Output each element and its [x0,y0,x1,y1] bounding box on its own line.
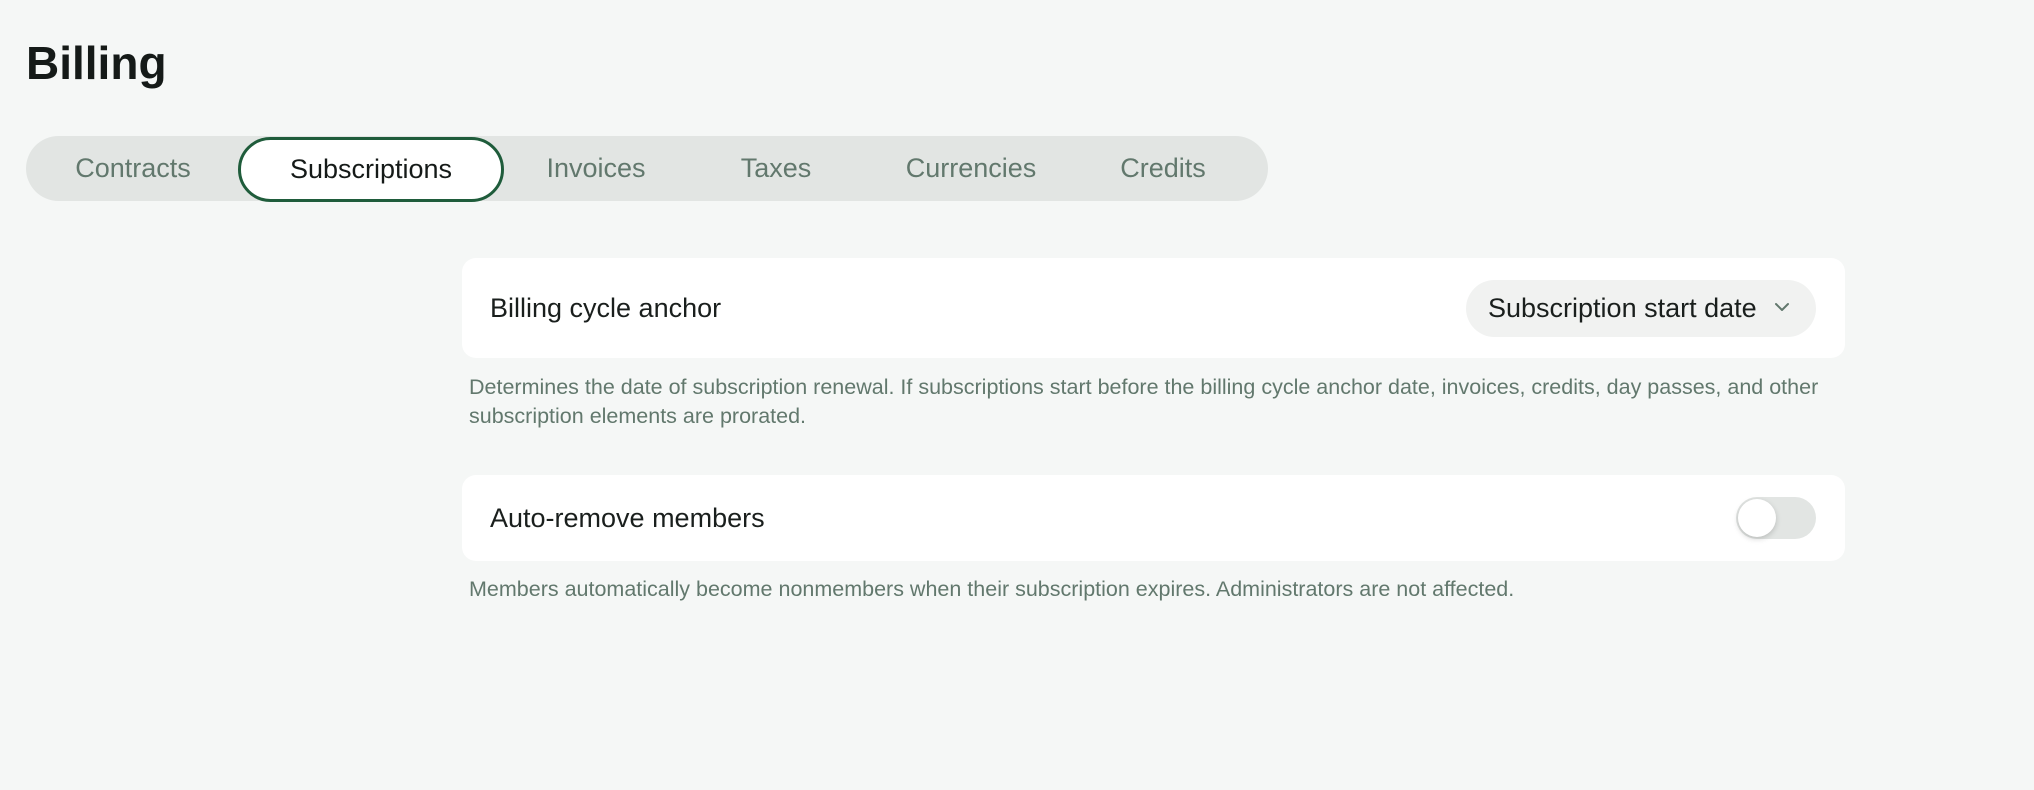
tab-contracts[interactable]: Contracts [50,136,216,201]
auto-remove-members-toggle[interactable] [1736,497,1816,539]
tab-currencies[interactable]: Currencies [888,136,1054,201]
auto-remove-members-card: Auto-remove members [462,475,1845,561]
billing-cycle-anchor-label: Billing cycle anchor [490,293,722,323]
tab-credits[interactable]: Credits [1098,136,1228,201]
billing-cycle-anchor-select[interactable]: Subscription start date [1466,280,1816,337]
auto-remove-members-label: Auto-remove members [490,503,765,533]
tab-taxes[interactable]: Taxes [716,136,836,201]
page-title: Billing [26,37,167,89]
chevron-down-icon [1775,303,1789,311]
auto-remove-members-description: Members automatically become nonmembers … [469,577,1515,601]
tab-bar: Contracts Subscriptions Invoices Taxes C… [26,136,1268,202]
billing-cycle-anchor-value: Subscription start date [1488,293,1757,323]
billing-cycle-anchor-card: Billing cycle anchor Subscription start … [462,258,1845,358]
toggle-knob [1738,499,1776,537]
billing-cycle-anchor-description: Determines the date of subscription rene… [469,375,1819,428]
tab-invoices[interactable]: Invoices [524,136,668,201]
tab-subscriptions[interactable]: Subscriptions [238,137,504,202]
